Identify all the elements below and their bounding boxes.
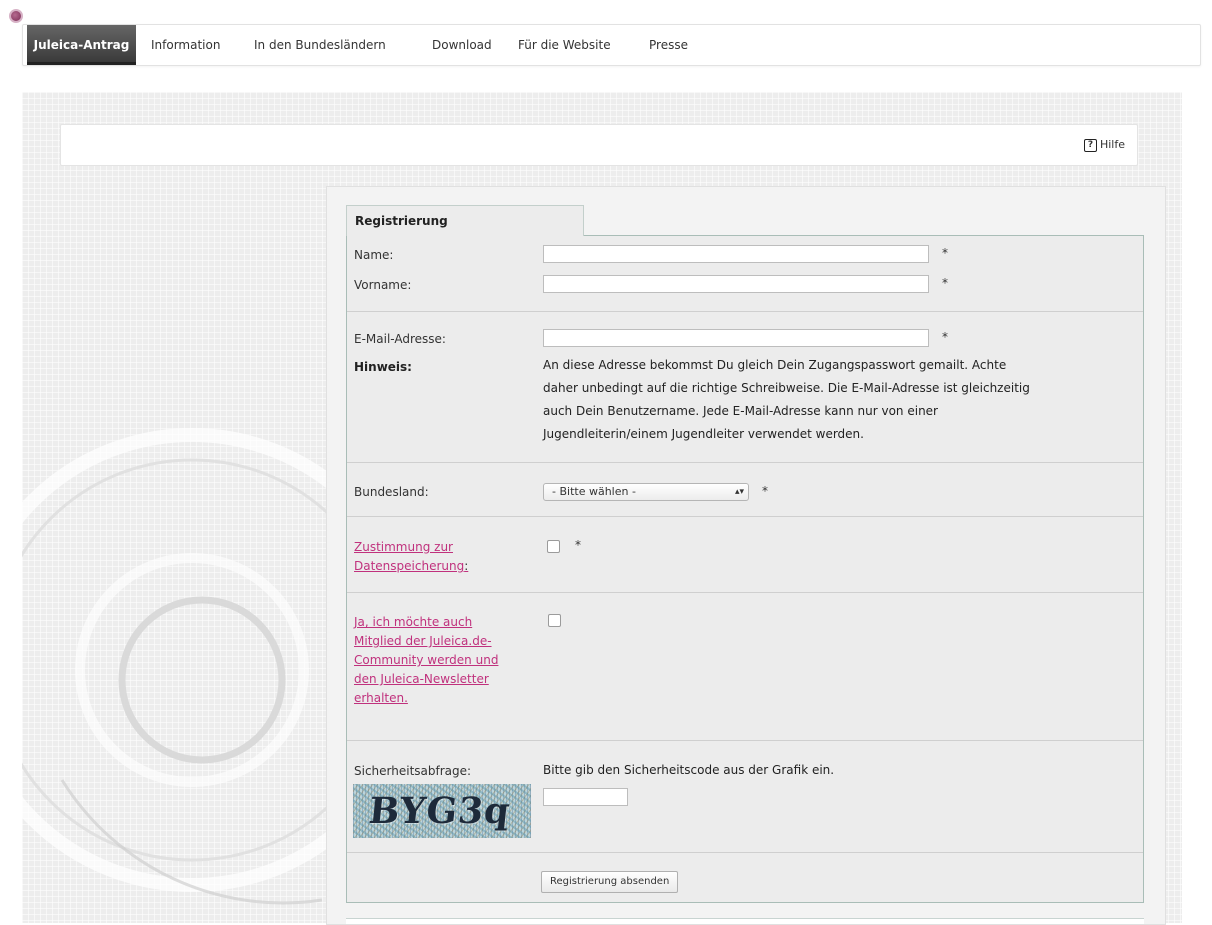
required-marker: *	[942, 330, 948, 344]
name-input[interactable]	[543, 245, 929, 263]
decorative-circles	[22, 380, 342, 923]
security-hint: Bitte gib den Sicherheitscode aus der Gr…	[543, 763, 835, 777]
vorname-label: Vorname:	[354, 278, 412, 292]
divider	[347, 516, 1143, 517]
submit-button[interactable]: Registrierung absenden	[541, 871, 679, 893]
hint-text: An diese Adresse bekommst Du gleich Dein…	[543, 354, 1128, 446]
hint-line: daher unbedingt auf die richtige Schreib…	[543, 381, 1030, 395]
bottom-strip	[346, 918, 1144, 924]
newsletter-line: Mitglied der Juleica.de-	[354, 634, 492, 648]
nav-item-juleica-antrag[interactable]: Juleica-Antrag	[27, 25, 136, 65]
newsletter-line: erhalten.	[354, 691, 408, 705]
newsletter-line: Community werden und	[354, 653, 499, 667]
required-marker: *	[762, 484, 768, 498]
zustimmung-line: Datenspeicherung:	[354, 557, 534, 576]
divider	[347, 852, 1143, 853]
nav-item-website[interactable]: Für die Website	[518, 25, 611, 65]
divider	[347, 462, 1143, 463]
captcha-input[interactable]	[543, 788, 628, 806]
bundesland-selected-value: - Bitte wählen -	[552, 485, 636, 498]
zustimmung-line2: Datenspeicherung	[354, 559, 465, 573]
hint-line: An diese Adresse bekommst Du gleich Dein…	[543, 358, 1007, 372]
nav-item-presse[interactable]: Presse	[649, 25, 688, 65]
newsletter-checkbox[interactable]	[548, 614, 561, 627]
name-label: Name:	[354, 248, 394, 262]
newsletter-line: den Juleica-Newsletter	[354, 672, 489, 686]
tab-registrierung: Registrierung	[346, 205, 584, 236]
zustimmung-colon: :	[464, 559, 469, 573]
captcha-code: BYG3q	[366, 790, 513, 832]
security-label: Sicherheitsabfrage:	[354, 764, 472, 778]
vorname-input[interactable]	[543, 275, 929, 293]
top-navigation: Juleica-Antrag Information In den Bundes…	[22, 24, 1201, 66]
zustimmung-checkbox[interactable]	[547, 540, 560, 553]
help-link[interactable]: ? Hilfe	[1083, 135, 1125, 155]
bundesland-label: Bundesland:	[354, 485, 429, 499]
help-bar: ? Hilfe	[60, 124, 1138, 166]
help-label: Hilfe	[1099, 138, 1125, 151]
newsletter-link[interactable]: Ja, ich möchte auch Mitglied der Juleica…	[354, 613, 534, 708]
newsletter-line: Ja, ich möchte auch	[354, 615, 473, 629]
hint-label: Hinweis:	[354, 360, 412, 374]
logo-dot-icon	[9, 9, 23, 23]
email-input[interactable]	[543, 329, 929, 347]
zustimmung-link[interactable]: Zustimmung zur Datenspeicherung:	[354, 538, 534, 576]
nav-item-information[interactable]: Information	[151, 25, 220, 65]
divider	[347, 740, 1143, 741]
captcha-image: BYG3q	[353, 784, 531, 838]
required-marker: *	[942, 276, 948, 290]
email-label: E-Mail-Adresse:	[354, 332, 446, 346]
bundesland-select[interactable]: - Bitte wählen - ▴▾	[543, 483, 749, 501]
hint-line: Jugendleiterin/einem Jugendleiter verwen…	[543, 427, 864, 441]
zustimmung-line: Zustimmung zur	[354, 540, 453, 554]
divider	[347, 311, 1143, 312]
select-arrows-icon: ▴▾	[734, 487, 744, 497]
help-icon: ?	[1083, 139, 1097, 152]
decorative-circles-graphic	[22, 428, 342, 905]
nav-item-bundeslaender[interactable]: In den Bundesländern	[254, 25, 386, 65]
required-marker: *	[942, 246, 948, 260]
divider	[347, 592, 1143, 593]
nav-item-download[interactable]: Download	[432, 25, 492, 65]
hint-line: auch Dein Benutzername. Jede E-Mail-Adre…	[543, 404, 938, 418]
required-marker: *	[575, 538, 581, 552]
